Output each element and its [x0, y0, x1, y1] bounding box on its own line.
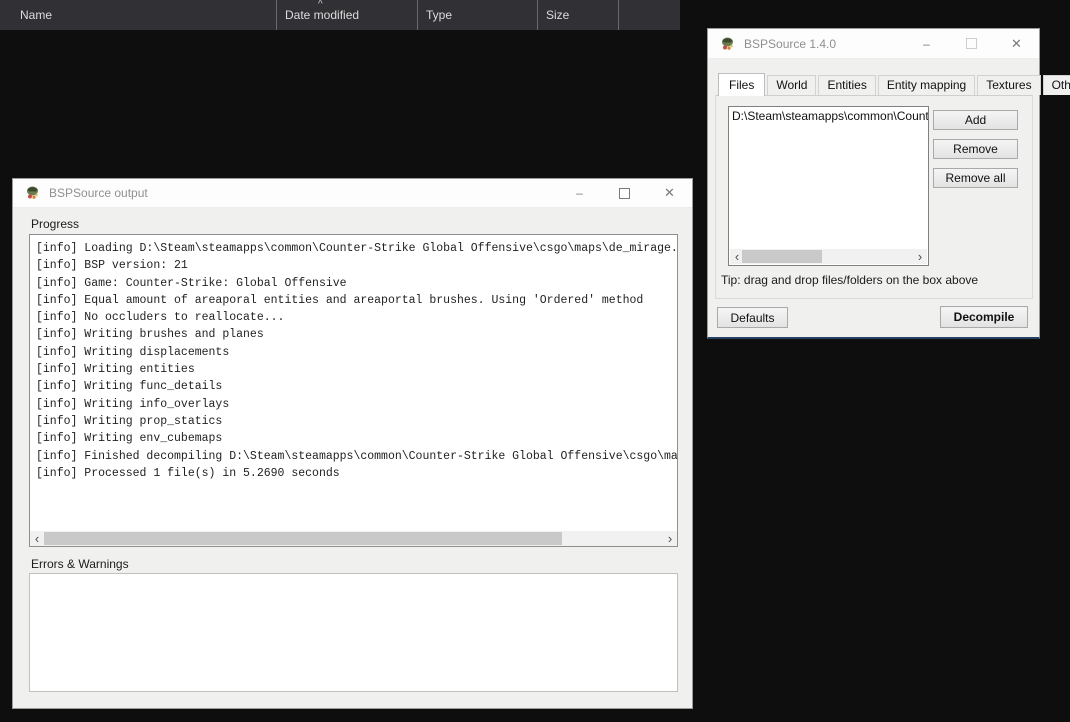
minimize-icon[interactable]: –	[557, 179, 602, 207]
scroll-right-icon[interactable]: ›	[663, 531, 677, 546]
decompile-button[interactable]: Decompile	[940, 306, 1028, 328]
close-icon[interactable]: ✕	[647, 179, 692, 207]
tab[interactable]: Files	[718, 73, 766, 96]
drag-drop-tip-text: Tip: drag and drop files/folders on the …	[721, 273, 979, 287]
maximize-box-glyph	[966, 38, 977, 49]
log-line: [info] Game: Counter-Strike: Global Offe…	[36, 276, 347, 290]
maximize-box-glyph	[619, 187, 630, 199]
log-line: [info] Finished decompiling D:\Steam\ste…	[36, 449, 678, 463]
explorer-column-header: Name Date modified Type Size	[0, 0, 680, 30]
log-line: [info] Processed 1 file(s) in 5.2690 sec…	[36, 466, 340, 480]
log-line: [info] Writing brushes and planes	[36, 328, 264, 342]
defaults-button[interactable]: Defaults	[717, 307, 788, 328]
log-line: [info] BSP version: 21	[36, 259, 188, 273]
log-line: [info] Writing entities	[36, 363, 195, 377]
log-line: [info] Writing info_overlays	[36, 397, 230, 411]
file-list-item[interactable]: D:\Steam\steamapps\common\Counter-S	[729, 107, 928, 125]
main-window: BSPSource 1.4.0 – ✕ Files World Entities En…	[707, 28, 1070, 339]
tab[interactable]: Entities	[818, 75, 876, 95]
minimize-icon[interactable]: –	[904, 29, 949, 58]
scroll-left-icon[interactable]: ‹	[30, 531, 44, 546]
errors-warnings-label: Errors & Warnings	[31, 557, 129, 571]
log-line: [info] Writing func_details	[36, 380, 223, 394]
scroll-right-icon[interactable]: ›	[913, 249, 927, 264]
progress-label: Progress	[31, 217, 80, 231]
add-button[interactable]: Add	[933, 110, 1018, 130]
log-horizontal-scrollbar[interactable]: ‹ ›	[30, 531, 677, 546]
remove-all-button[interactable]: Remove all	[933, 168, 1018, 188]
explorer-column-header-cell[interactable]: Size	[538, 0, 619, 30]
tab-bar: Files World Entities Entity mapping Textures…	[715, 73, 1070, 96]
progress-log-area[interactable]: [info] Loading D:\Steam\steamapps\common…	[29, 234, 678, 547]
log-line: [info] Writing env_cubemaps	[36, 432, 223, 446]
scrollbar-thumb[interactable]	[44, 532, 562, 545]
bspsource-app-icon	[27, 186, 38, 199]
desktop: Name Date modified Type Size ^ BSPSource ou…	[0, 0, 1070, 722]
tab[interactable]: Entity mapping	[877, 75, 976, 95]
remove-button[interactable]: Remove	[933, 139, 1018, 159]
main-window-title: BSPSource 1.4.0	[744, 36, 837, 51]
tab[interactable]: Textures	[977, 75, 1041, 95]
output-window-titlebar[interactable]: BSPSource output – ✕	[13, 179, 692, 208]
log-line: [info] Equal amount of areaporal entitie…	[36, 293, 644, 307]
log-line: [info] Loading D:\Steam\steamapps\common…	[36, 242, 678, 255]
maximize-icon[interactable]	[602, 179, 647, 207]
errors-warnings-area[interactable]	[29, 573, 678, 692]
filelist-horizontal-scrollbar[interactable]: ‹ ›	[730, 249, 927, 264]
tab[interactable]: World	[767, 75, 817, 95]
sort-ascending-icon[interactable]: ^	[318, 0, 323, 10]
bspsource-app-icon	[722, 37, 733, 50]
close-icon[interactable]: ✕	[994, 29, 1039, 58]
log-line: [info] No occluders to reallocate...	[36, 311, 285, 325]
explorer-column-header-cell[interactable]: Type	[418, 0, 538, 30]
explorer-column-header-cell[interactable]: Name	[0, 0, 277, 30]
main-window-titlebar[interactable]: BSPSource 1.4.0 – ✕	[708, 29, 1039, 59]
file-list-box[interactable]: D:\Steam\steamapps\common\Counter-S ‹ ›	[728, 106, 929, 266]
explorer-column-header-cell[interactable]: Date modified	[277, 0, 418, 30]
log-line: [info] Writing prop_statics	[36, 414, 223, 428]
output-window-title: BSPSource output	[49, 186, 148, 200]
file-list-items: D:\Steam\steamapps\common\Counter-S	[729, 107, 928, 125]
tab[interactable]: Other	[1042, 75, 1070, 95]
maximize-icon-disabled	[949, 29, 994, 58]
output-window: BSPSource output – ✕ Progress [info] Loa…	[12, 178, 693, 709]
progress-log-lines: [info] Loading D:\Steam\steamapps\common…	[30, 235, 677, 487]
log-line: [info] Writing displacements	[36, 345, 230, 359]
scrollbar-thumb[interactable]	[742, 250, 822, 263]
